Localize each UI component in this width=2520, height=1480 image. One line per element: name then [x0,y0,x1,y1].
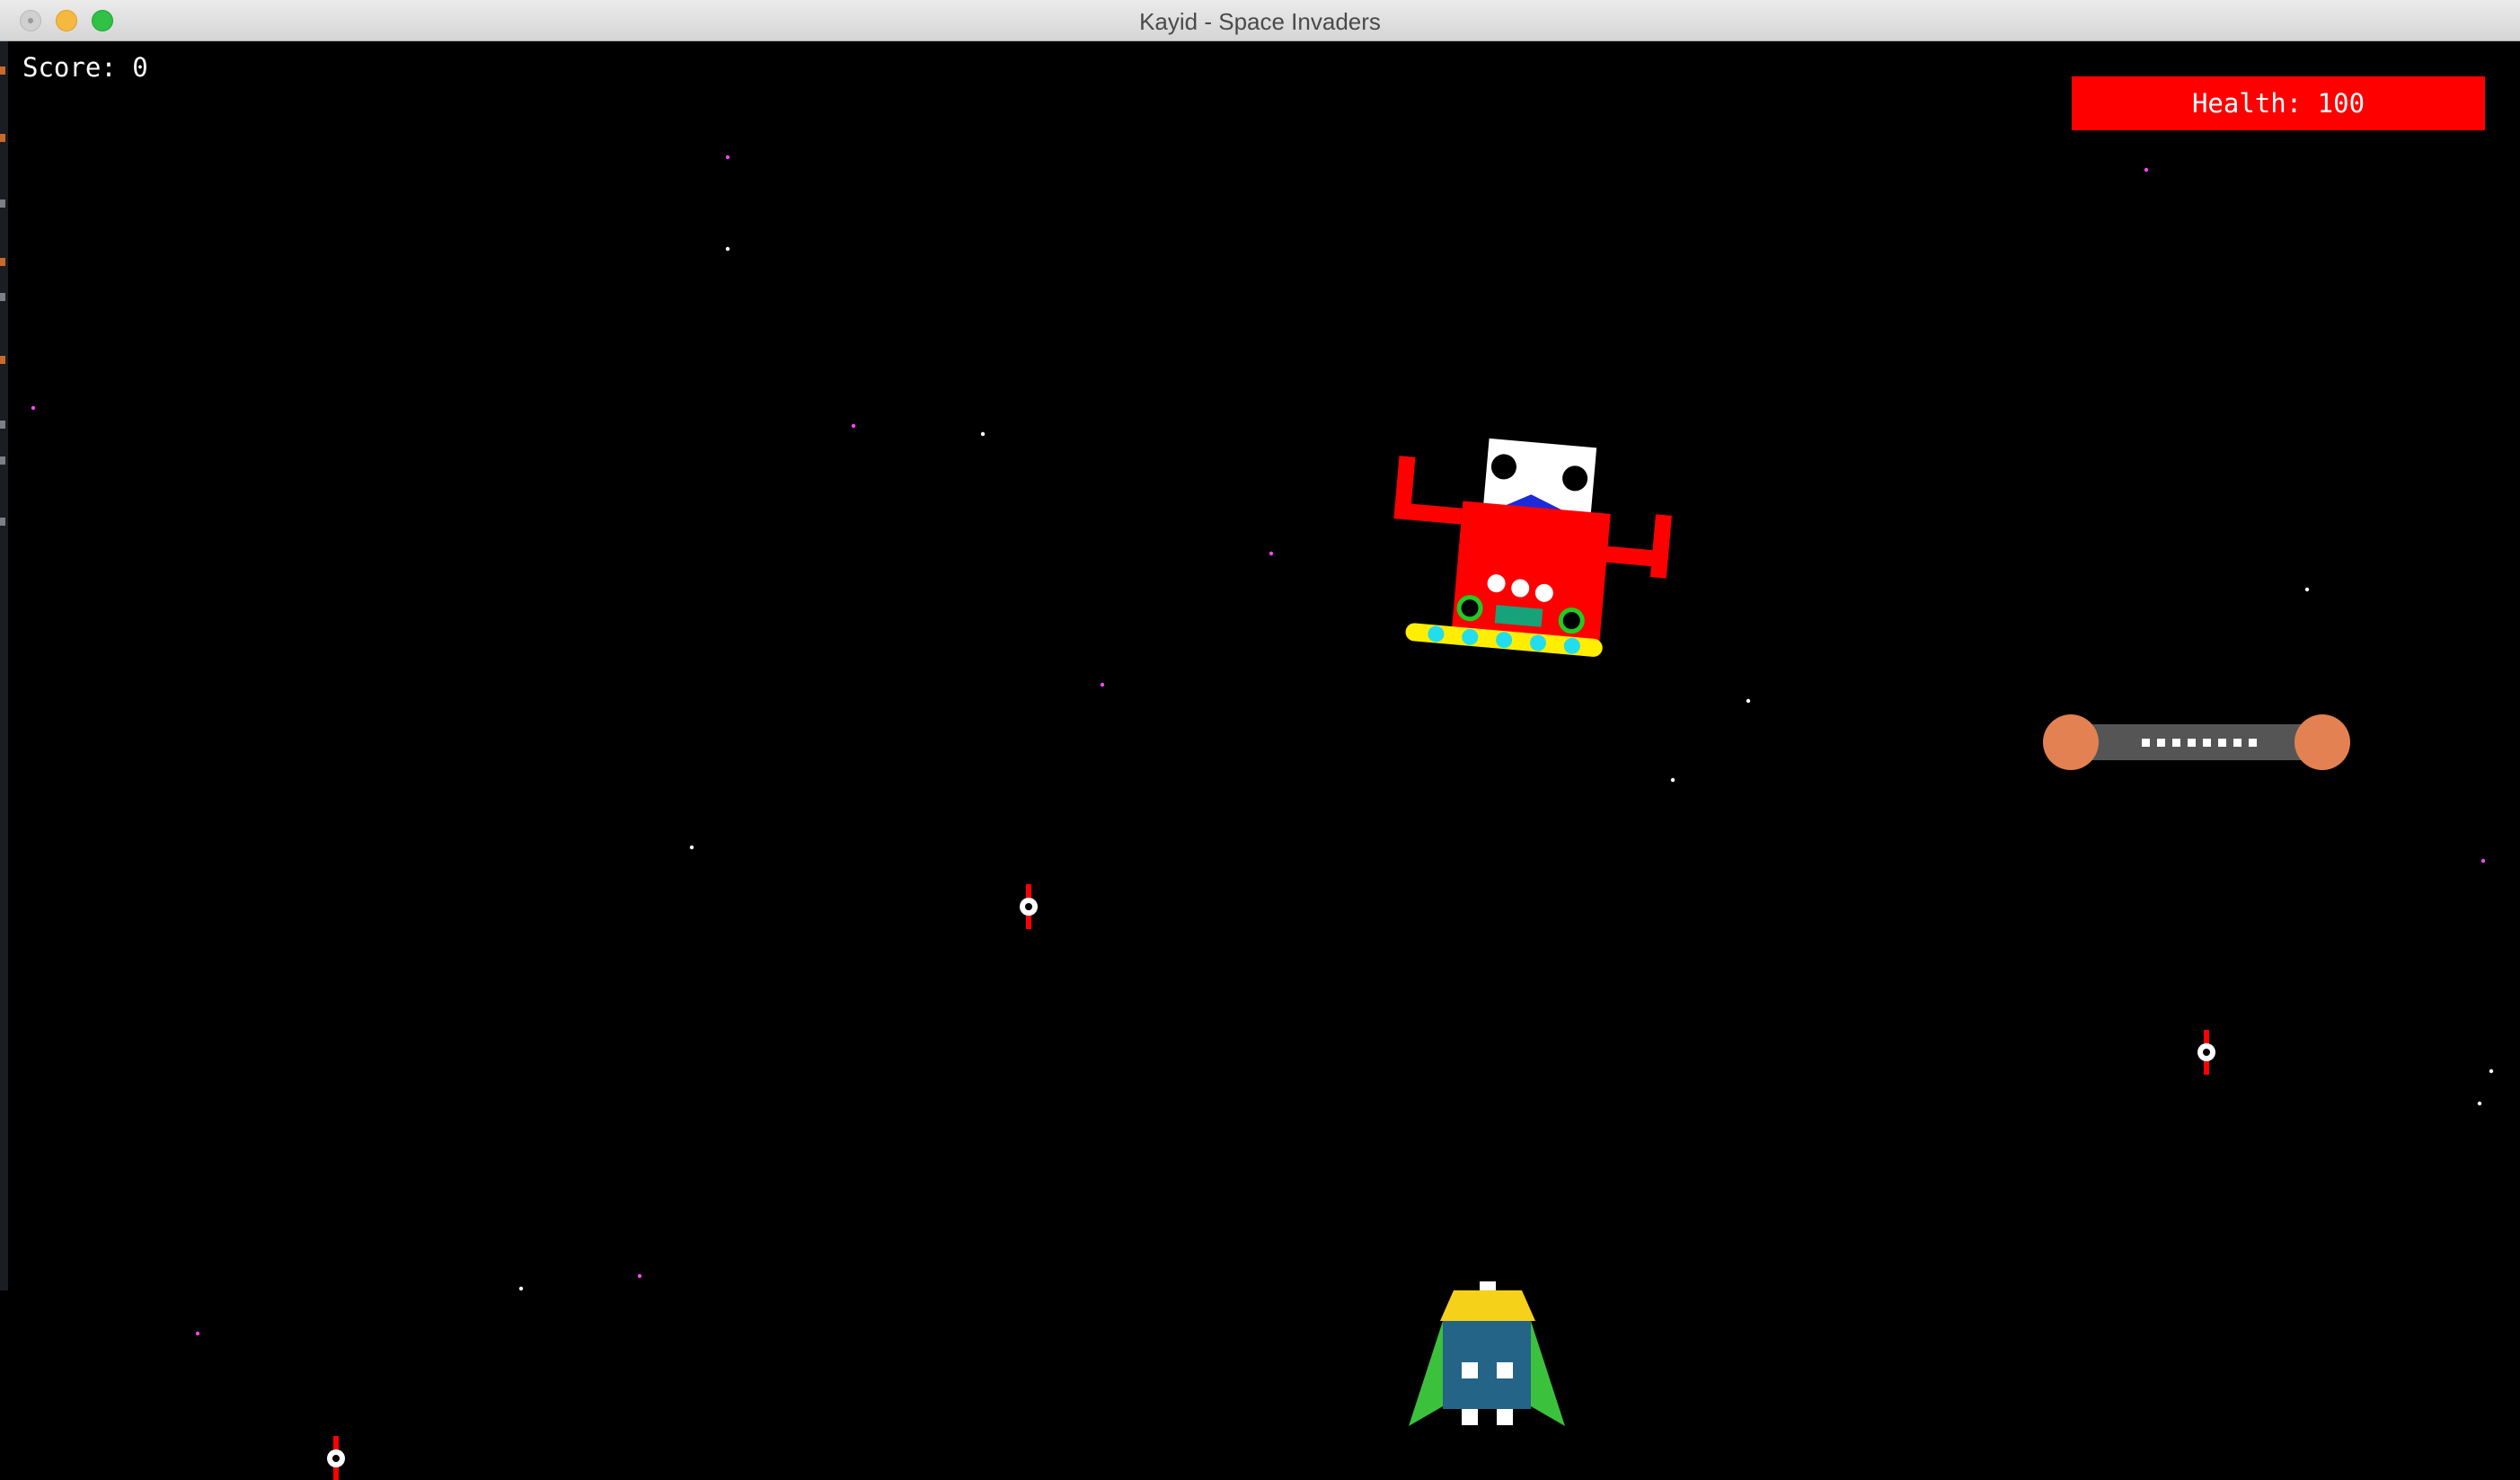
player-right-wing [1531,1321,1565,1426]
enemy-projectile [2197,1030,2215,1075]
barrier-dot [2172,739,2180,747]
star [1100,682,1105,687]
star [195,1331,200,1336]
player-ship[interactable] [1409,1281,1565,1426]
boss-sensor [1456,595,1483,622]
boss-body [1451,501,1611,649]
score-label: Score: 0 [22,52,148,83]
star [980,431,986,437]
star [725,155,730,160]
star [1746,698,1751,704]
star [2304,587,2310,592]
boss-sensor [1558,607,1585,634]
player-thruster [1462,1409,1478,1425]
barrier-dot [2142,739,2150,747]
barrier-dot [2249,739,2257,747]
barrier-dot [2188,739,2196,747]
star [725,246,730,252]
barrier-dot [2233,739,2241,747]
barrier-dot [2218,739,2226,747]
star [518,1286,524,1291]
star [31,405,36,411]
orb-barrier [2043,714,2350,770]
boss-alien [1393,438,1672,657]
health-label: Health: 100 [2191,88,2365,119]
star [2144,167,2149,173]
star [851,423,856,429]
health-bar: Health: 100 [2072,76,2485,130]
star [1670,777,1676,783]
game-window: Kayid - Space Invaders Score: 0 Health: … [0,0,2520,1480]
star [637,1273,642,1279]
player-cockpit [1440,1290,1535,1321]
barrier-orb-left [2043,714,2099,770]
enemy-projectile [327,1436,345,1480]
barrier-dot [2203,739,2211,747]
player-window [1497,1362,1513,1378]
enemy-projectile [1020,884,1038,929]
game-scene [31,155,2494,1480]
star [2480,858,2486,864]
barrier-orb-right [2295,714,2350,770]
boss-right-arm-upper [1649,514,1672,579]
player-thruster [1497,1409,1513,1425]
star [2477,1101,2482,1106]
star [2489,1068,2494,1074]
player-body [1443,1321,1531,1409]
barrier-dot [2157,739,2165,747]
star [689,845,694,850]
boss-left-arm [1393,502,1463,525]
star [1269,551,1274,556]
player-window [1462,1362,1478,1378]
player-left-wing [1409,1321,1443,1426]
